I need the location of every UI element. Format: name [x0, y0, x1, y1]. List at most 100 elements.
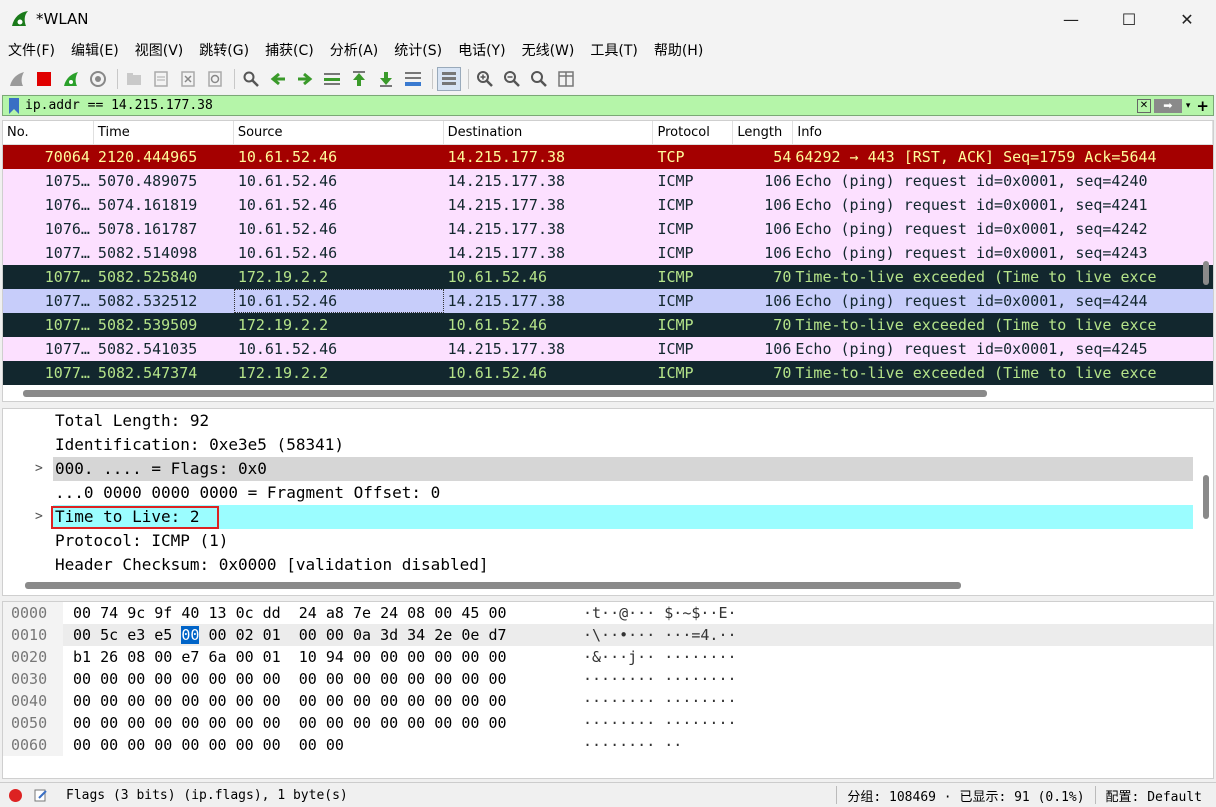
hex-byte[interactable]: 00 [353, 648, 371, 666]
packet-row[interactable]: 1077… 5082.541035 10.61.52.46 14.215.177.38… [3, 337, 1213, 361]
start-capture-icon[interactable] [5, 67, 29, 91]
packet-row[interactable]: 1077… 5082.525840 172.19.2.2 10.61.52.46 ICM… [3, 265, 1213, 289]
hex-byte[interactable]: 24 [380, 604, 398, 622]
hex-byte[interactable]: 00 [461, 648, 479, 666]
find-packet-icon[interactable] [239, 67, 263, 91]
detail-row[interactable]: Header Checksum: 0x0000 [validation disa… [3, 553, 1213, 577]
reload-file-icon[interactable] [203, 67, 227, 91]
hex-byte[interactable]: 00 [73, 736, 91, 754]
first-packet-icon[interactable] [347, 67, 371, 91]
hex-byte[interactable]: 00 [434, 648, 452, 666]
hex-byte[interactable]: 00 [353, 670, 371, 688]
hex-byte[interactable]: 00 [407, 714, 425, 732]
column-header-time[interactable]: Time [94, 121, 234, 144]
column-header-no[interactable]: No. [3, 121, 94, 144]
hex-byte[interactable]: 00 [236, 714, 254, 732]
colorize-icon[interactable] [437, 67, 461, 91]
stop-capture-icon[interactable] [32, 67, 56, 91]
auto-scroll-icon[interactable] [401, 67, 425, 91]
hex-byte[interactable]: 00 [100, 736, 118, 754]
hex-byte[interactable]: 00 [208, 714, 226, 732]
detail-row[interactable]: Identification: 0xe3e5 (58341) [3, 433, 1213, 457]
hex-byte[interactable]: 00 [181, 670, 199, 688]
hex-byte[interactable]: 0e [461, 626, 479, 644]
hex-byte[interactable]: 0a [353, 626, 371, 644]
hex-byte[interactable]: 00 [353, 692, 371, 710]
menu-view[interactable]: 视图(V) [127, 38, 192, 64]
hex-byte[interactable]: 9f [154, 604, 172, 622]
capture-options-icon[interactable] [86, 67, 110, 91]
zoom-out-icon[interactable] [500, 67, 524, 91]
restart-capture-icon[interactable] [59, 67, 83, 91]
hex-byte[interactable]: 00 [434, 604, 452, 622]
hex-byte[interactable]: 00 [407, 648, 425, 666]
hex-byte[interactable]: 00 [127, 714, 145, 732]
hex-byte[interactable]: 00 [127, 692, 145, 710]
hex-byte[interactable]: 00 [263, 670, 281, 688]
hex-byte[interactable]: 00 [236, 648, 254, 666]
byte-row[interactable]: 0050 00 00 00 00 00 00 00 00 00 00 00 00 … [3, 712, 1213, 734]
packet-row[interactable]: 1077… 5082.547374 172.19.2.2 10.61.52.46 ICM… [3, 361, 1213, 385]
hex-byte[interactable]: 00 [73, 670, 91, 688]
hex-byte[interactable]: 00 [488, 648, 506, 666]
hex-byte[interactable]: 00 [299, 670, 317, 688]
capture-status-icon[interactable] [9, 788, 22, 802]
hex-byte[interactable]: 00 [100, 714, 118, 732]
resize-columns-icon[interactable] [554, 67, 578, 91]
hex-byte[interactable]: d7 [488, 626, 506, 644]
hex-byte[interactable]: 00 [461, 692, 479, 710]
hex-byte[interactable]: 00 [208, 670, 226, 688]
hex-byte[interactable]: 00 [434, 714, 452, 732]
hex-byte[interactable]: 00 [73, 714, 91, 732]
menu-go[interactable]: 跳转(G) [191, 38, 257, 64]
menu-statistics[interactable]: 统计(S) [386, 38, 450, 64]
hex-byte[interactable]: 00 [73, 626, 91, 644]
detail-row-ttl[interactable]: > Time to Live: 2 [3, 505, 1213, 529]
menu-wireless[interactable]: 无线(W) [514, 38, 583, 64]
hex-byte[interactable]: 10 [299, 648, 317, 666]
expand-arrow-icon[interactable]: > [35, 505, 43, 529]
hex-byte[interactable]: 26 [100, 648, 118, 666]
hex-byte[interactable]: 40 [181, 604, 199, 622]
hex-byte[interactable]: 02 [236, 626, 254, 644]
hex-byte[interactable]: 00 [380, 648, 398, 666]
hex-byte[interactable]: 08 [407, 604, 425, 622]
save-file-icon[interactable] [149, 67, 173, 91]
hex-byte[interactable]: 00 [236, 736, 254, 754]
hex-byte[interactable]: 00 [299, 626, 317, 644]
hex-byte[interactable]: 9c [127, 604, 145, 622]
hex-byte[interactable]: 2e [434, 626, 452, 644]
menu-analyze[interactable]: 分析(A) [322, 38, 387, 64]
hex-byte[interactable]: 00 [154, 670, 172, 688]
hex-byte[interactable]: 00 [326, 714, 344, 732]
column-header-info[interactable]: Info [793, 121, 1213, 144]
hex-byte[interactable]: 00 [127, 736, 145, 754]
hex-byte[interactable]: 01 [263, 648, 281, 666]
byte-row[interactable]: 0010 00 5c e3 e5 00 00 02 01 00 00 0a 3d … [3, 624, 1213, 646]
hex-byte[interactable]: 6a [208, 648, 226, 666]
open-file-icon[interactable] [122, 67, 146, 91]
hex-byte[interactable]: 00 [236, 692, 254, 710]
hex-byte[interactable]: 00 [299, 736, 317, 754]
hex-byte[interactable]: 00 [380, 692, 398, 710]
hex-byte[interactable]: 3d [380, 626, 398, 644]
packet-row[interactable]: 1075… 5070.489075 10.61.52.46 14.215.177.38… [3, 169, 1213, 193]
hex-byte[interactable]: 00 [100, 692, 118, 710]
maximize-button[interactable]: ☐ [1100, 0, 1158, 38]
hex-byte[interactable]: 00 [181, 626, 200, 644]
packet-row-selected[interactable]: 1077… 5082.532512 10.61.52.46 14.215.177.38… [3, 289, 1213, 313]
hex-byte[interactable]: 00 [73, 604, 91, 622]
close-file-icon[interactable] [176, 67, 200, 91]
hex-byte[interactable]: 00 [127, 670, 145, 688]
display-filter-input[interactable]: ip.addr == 14.215.177.38 [25, 98, 1137, 113]
hex-byte[interactable]: 08 [127, 648, 145, 666]
hex-byte[interactable]: 00 [326, 626, 344, 644]
detail-row-flags[interactable]: >000. .... = Flags: 0x0 [3, 457, 1213, 481]
hex-byte[interactable]: 00 [407, 692, 425, 710]
menu-capture[interactable]: 捕获(C) [257, 38, 322, 64]
bookmark-icon[interactable] [7, 97, 21, 115]
hex-byte[interactable]: 00 [299, 714, 317, 732]
menu-telephony[interactable]: 电话(Y) [450, 38, 513, 64]
apply-filter-icon[interactable]: ➡ [1153, 98, 1182, 113]
detail-row[interactable]: ...0 0000 0000 0000 = Fragment Offset: 0 [3, 481, 1213, 505]
